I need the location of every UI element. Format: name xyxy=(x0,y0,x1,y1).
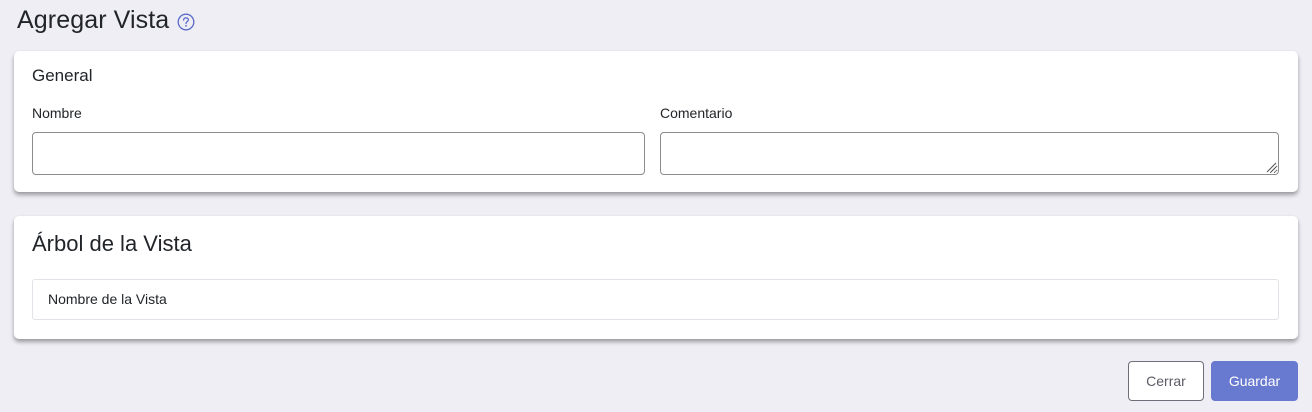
guardar-button[interactable]: Guardar xyxy=(1211,361,1298,401)
comentario-textarea[interactable] xyxy=(660,132,1279,175)
cerrar-button[interactable]: Cerrar xyxy=(1128,361,1204,401)
tree-node[interactable]: Nombre de la Vista xyxy=(48,291,167,307)
general-section-title: General xyxy=(32,66,93,85)
general-card: General Nombre Comentario xyxy=(14,51,1298,192)
view-tree: Nombre de la Vista xyxy=(32,279,1279,320)
comentario-label: Comentario xyxy=(660,105,733,121)
tree-card: Árbol de la Vista Nombre de la Vista xyxy=(14,216,1298,339)
page-header: Agregar Vista xyxy=(17,4,195,36)
question-circle-icon[interactable] xyxy=(177,13,195,31)
nombre-input[interactable] xyxy=(32,132,645,175)
nombre-label: Nombre xyxy=(32,105,82,121)
tree-section-title: Árbol de la Vista xyxy=(32,231,192,256)
page-title: Agregar Vista xyxy=(17,5,170,34)
